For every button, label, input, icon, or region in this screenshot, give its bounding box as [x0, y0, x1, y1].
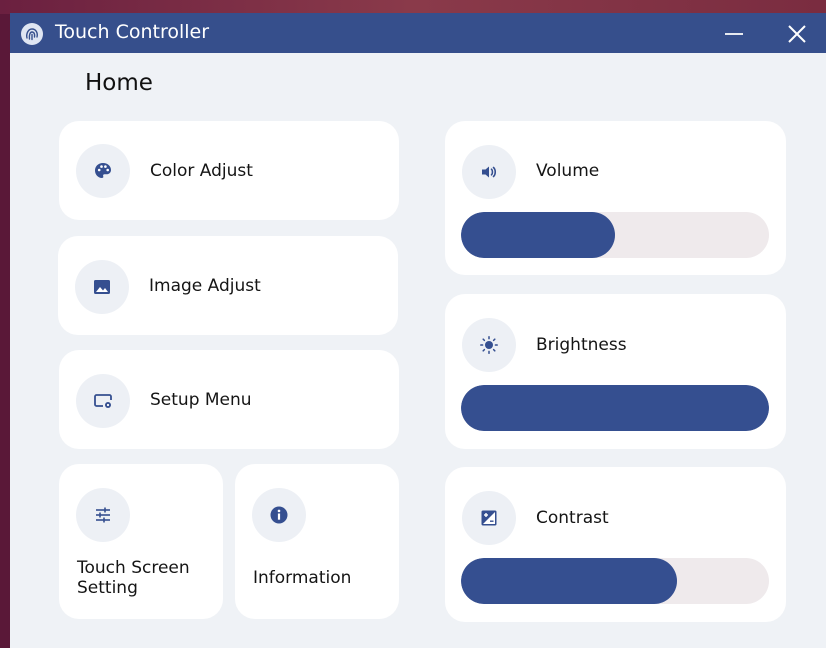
information-label: Information: [253, 568, 352, 588]
contrast-icon: [481, 510, 497, 526]
close-button[interactable]: [780, 19, 814, 49]
desktop-background: [0, 0, 826, 14]
contrast-card: Contrast: [445, 467, 786, 622]
close-icon: [780, 19, 814, 49]
title-bar: Touch Controller: [10, 13, 826, 53]
minimize-button[interactable]: [717, 19, 751, 49]
touch-screen-setting-label-line1: Touch Screen: [77, 558, 190, 578]
app-window: Touch Controller Home Color Adjust Image…: [10, 13, 826, 648]
volume-card: Volume: [445, 121, 786, 275]
image-adjust-icon-circle: [75, 260, 129, 314]
sun-icon: [480, 336, 498, 354]
contrast-label: Contrast: [536, 508, 609, 528]
contrast-slider[interactable]: [461, 558, 769, 604]
page-title: Home: [85, 70, 153, 96]
fingerprint-icon: [20, 22, 44, 46]
volume-slider[interactable]: [461, 212, 769, 258]
information-button[interactable]: Information: [235, 464, 399, 619]
palette-icon: [95, 163, 111, 178]
touch-screen-setting-label-line2: Setting: [77, 578, 138, 598]
touch-screen-setting-icon-circle: [76, 488, 130, 542]
color-adjust-icon-circle: [76, 144, 130, 198]
touch-screen-setting-button[interactable]: Touch Screen Setting: [59, 464, 223, 619]
sliders-icon: [96, 507, 110, 523]
volume-label: Volume: [536, 161, 600, 181]
setup-menu-label: Setup Menu: [150, 390, 252, 410]
contrast-slider-fill: [461, 558, 677, 604]
brightness-label: Brightness: [536, 335, 627, 355]
volume-icon-circle: [462, 145, 516, 199]
image-icon: [94, 280, 110, 294]
info-icon: [270, 506, 288, 524]
monitor-settings-icon: [94, 394, 112, 408]
setup-menu-button[interactable]: Setup Menu: [59, 350, 399, 449]
contrast-icon-circle: [462, 491, 516, 545]
brightness-icon-circle: [462, 318, 516, 372]
color-adjust-button[interactable]: Color Adjust: [59, 121, 399, 220]
volume-slider-fill: [461, 212, 615, 258]
image-adjust-button[interactable]: Image Adjust: [58, 236, 398, 335]
brightness-card: Brightness: [445, 294, 786, 449]
speaker-icon: [482, 166, 497, 178]
brightness-slider[interactable]: [461, 385, 769, 431]
information-icon-circle: [252, 488, 306, 542]
color-adjust-label: Color Adjust: [150, 161, 253, 181]
window-title: Touch Controller: [55, 21, 210, 43]
minimize-icon: [717, 19, 751, 49]
image-adjust-label: Image Adjust: [149, 276, 261, 296]
setup-menu-icon-circle: [76, 374, 130, 428]
brightness-slider-fill: [461, 385, 769, 431]
